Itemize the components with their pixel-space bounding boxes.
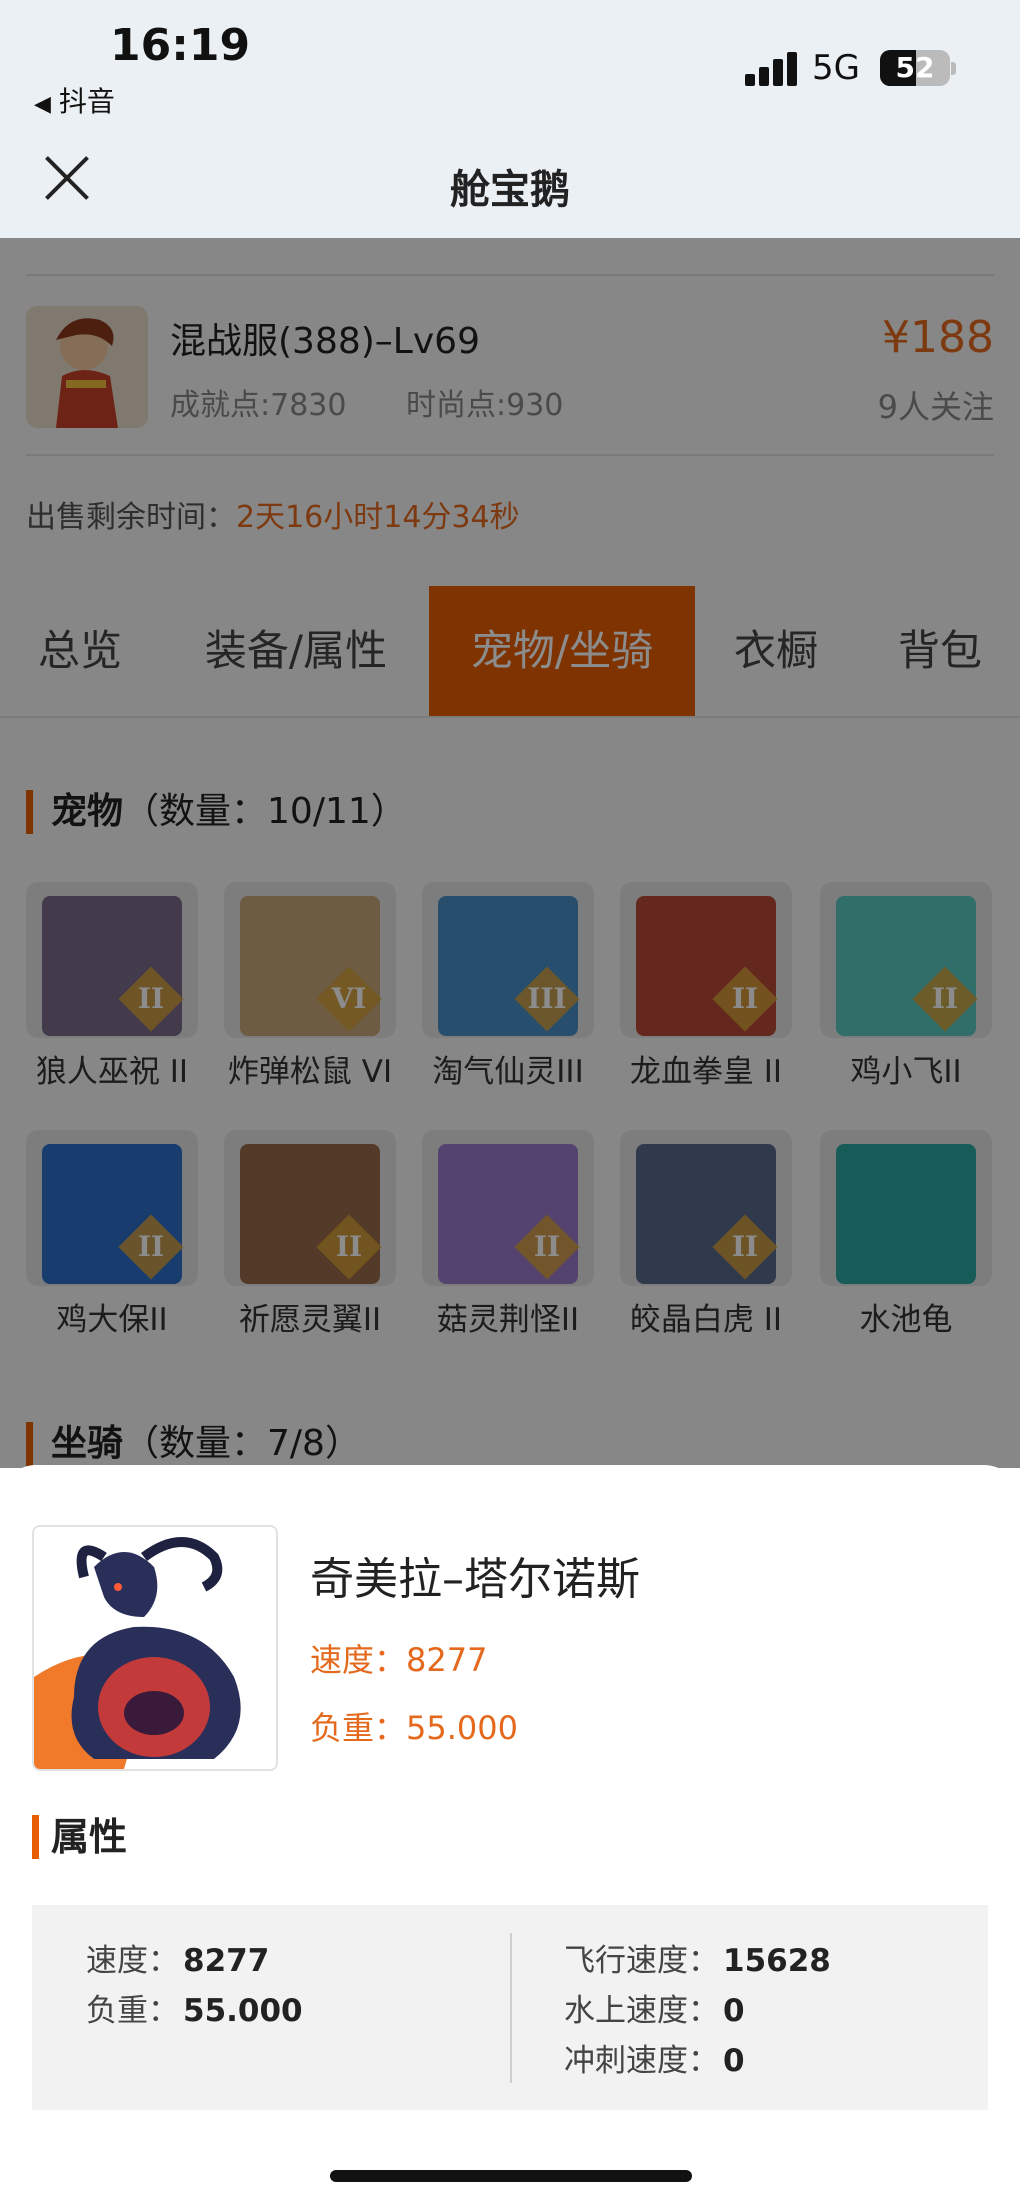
status-bar: 16:19 ◀ 抖音 5G 52 — [0, 0, 1020, 135]
attr-value: 0 — [723, 1993, 745, 2029]
mount-speed: 速度：8277 — [310, 1641, 488, 1679]
signal-icon — [745, 50, 801, 86]
mount-load: 负重：55.000 — [310, 1709, 518, 1747]
mount-detail-sheet: 奇美拉–塔尔诺斯 速度：8277 负重：55.000 属性 速度： 8277 负重… — [0, 1465, 1020, 2207]
attr-value: 0 — [723, 2043, 745, 2079]
attr-label: 负重： — [86, 1993, 179, 2029]
attr-speed: 速度： 8277 — [86, 1935, 269, 1980]
attr-label: 速度： — [86, 1943, 179, 1979]
back-to-app-link[interactable]: ◀ 抖音 — [34, 80, 115, 120]
battery-tip — [951, 62, 956, 75]
attr-fly-speed: 飞行速度： 15628 — [564, 1935, 831, 1980]
status-time: 16:19 — [110, 20, 251, 71]
attr-value: 15628 — [723, 1943, 831, 1979]
mount-image — [32, 1525, 278, 1771]
attr-load: 负重： 55.000 — [86, 1985, 303, 2030]
back-triangle-icon: ◀ — [34, 92, 51, 117]
attr-label: 飞行速度： — [564, 1943, 719, 1979]
attr-dash-speed: 冲刺速度： 0 — [564, 2035, 745, 2080]
attr-label: 冲刺速度： — [564, 2043, 719, 2079]
back-app-label: 抖音 — [58, 85, 115, 118]
nav-bar: 舱宝鹅 — [0, 135, 1020, 238]
page-title: 舱宝鹅 — [450, 167, 570, 213]
network-type: 5G — [812, 48, 860, 88]
home-indicator[interactable] — [330, 2170, 692, 2182]
attr-value: 55.000 — [183, 1993, 303, 2029]
attr-divider — [510, 1933, 512, 2083]
modal-backdrop[interactable] — [0, 238, 1020, 1468]
battery-icon: 52 — [880, 50, 950, 86]
mount-name: 奇美拉–塔尔诺斯 — [310, 1554, 640, 1605]
attr-water-speed: 水上速度： 0 — [564, 1985, 745, 2030]
attributes-title: 属性 — [32, 1815, 127, 1859]
battery-level: 52 — [895, 51, 935, 84]
attributes-panel: 速度： 8277 负重： 55.000 飞行速度： 15628 水上速度： 0 冲刺速度… — [32, 1905, 988, 2110]
attr-value: 8277 — [183, 1943, 270, 1979]
attr-label: 水上速度： — [564, 1993, 719, 2029]
